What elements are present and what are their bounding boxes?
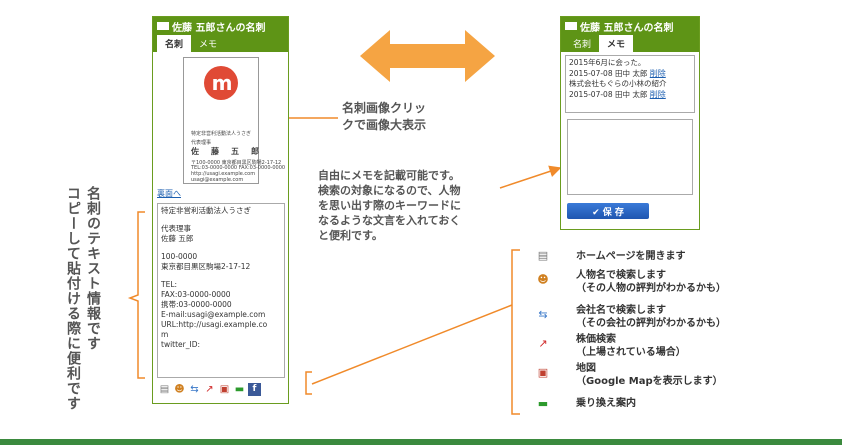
card-name: 佐 藤 五 郎	[191, 147, 261, 156]
card-icon	[157, 22, 169, 30]
footer-divider	[0, 439, 842, 445]
back-side-link[interactable]: 裏面へ	[157, 188, 181, 199]
homepage-icon[interactable]: ▤	[158, 383, 171, 396]
memo-description-note: 自由にメモを記載可能です。 検索の対象になるので、人物 を思い出す際のキーワード…	[318, 169, 461, 242]
memo-text: 2015年6月に会った。	[569, 58, 646, 67]
train-icon: ▬	[537, 397, 549, 410]
tab-card[interactable]: 名刺	[565, 35, 599, 52]
business-card-image[interactable]: m 特定非営利活動法人うさぎ 代表理事 佐 藤 五 郎 〒100-0000 東京…	[183, 57, 285, 184]
vertical-note-a: 名刺のテキスト情報です	[85, 186, 101, 351]
person-search-icon[interactable]: ☻	[173, 383, 186, 396]
card-text-box[interactable]: 特定非営利活動法人うさぎ 代表理事 佐藤 五郎 100-0000 東京都目黒区駒…	[157, 203, 285, 378]
vertical-note-b: コピーして貼付ける際に便利です	[65, 186, 81, 411]
panel-title: 佐藤 五郎さんの名刺	[580, 22, 674, 34]
card-org: 特定非営利活動法人うさぎ	[191, 131, 252, 137]
panel-header: 佐藤 五郎さんの名刺	[561, 17, 699, 35]
save-button[interactable]: ✔ 保 存	[567, 203, 649, 219]
memo-text: 株式会社もぐらの小林の紹介	[569, 79, 667, 88]
card-click-note: 名刺画像クリッ クで画像大表示	[342, 101, 427, 132]
card-role: 代表理事	[191, 140, 212, 146]
panel-title: 佐藤 五郎さんの名刺	[172, 22, 266, 34]
tab-memo[interactable]: メモ	[191, 35, 225, 52]
panel-header: 佐藤 五郎さんの名刺	[153, 17, 288, 35]
memo-meta: 2015-07-08 田中 太郎 削除	[569, 89, 666, 99]
stock-chart-icon: ↗	[538, 337, 548, 350]
tab-card[interactable]: 名刺	[157, 35, 192, 52]
stock-chart-icon[interactable]: ↗	[203, 383, 216, 396]
action-icon-bar: ▤ ☻ ⇆ ↗ ▣ ▬ f	[158, 383, 261, 397]
map-icon: ▣	[537, 366, 549, 379]
company-search-icon[interactable]: ⇆	[188, 383, 201, 396]
memo-textarea[interactable]	[567, 119, 693, 195]
card-icon	[565, 22, 577, 30]
memo-list: 2015年6月に会った。 2015-07-08 田中 太郎 削除 株式会社もぐら…	[565, 55, 695, 113]
facebook-icon[interactable]: f	[248, 383, 261, 396]
memo-delete-link[interactable]: 削除	[650, 90, 666, 99]
memo-meta: 2015-07-08 田中 太郎 削除	[569, 68, 666, 78]
tab-memo[interactable]: メモ	[599, 35, 634, 52]
train-icon[interactable]: ▬	[233, 383, 246, 396]
homepage-icon: ▤	[537, 249, 549, 262]
tab-bar: 名刺 メモ	[153, 35, 288, 52]
map-icon[interactable]: ▣	[218, 383, 231, 396]
card-email: usagi@example.com	[191, 177, 244, 183]
usagi-logo: m	[204, 66, 238, 100]
company-search-icon: ⇆	[538, 308, 548, 321]
tab-bar: 名刺 メモ	[561, 35, 699, 52]
memo-delete-link[interactable]: 削除	[650, 69, 666, 78]
person-search-icon: ☻	[537, 273, 549, 286]
